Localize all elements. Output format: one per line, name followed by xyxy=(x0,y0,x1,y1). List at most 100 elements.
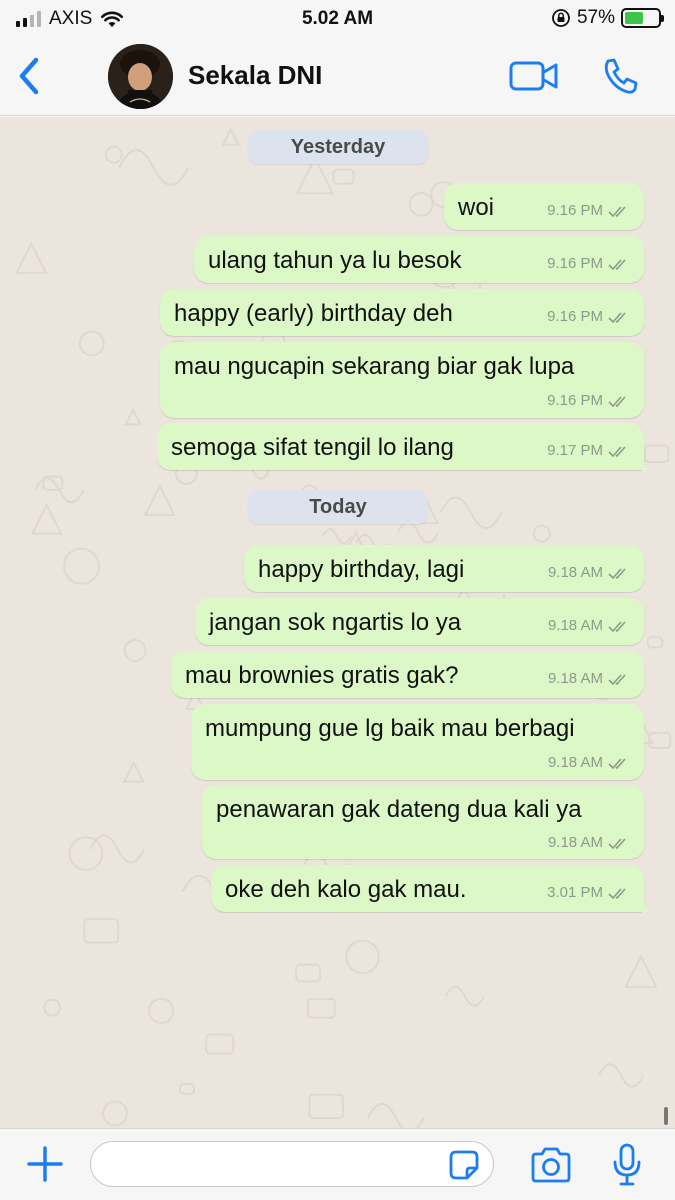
avatar[interactable] xyxy=(108,44,173,109)
message-text: oke deh kalo gak mau. xyxy=(225,876,467,903)
message-bubble[interactable]: ulang tahun ya lu besok 9.16 PM xyxy=(194,236,644,283)
sticker-icon[interactable] xyxy=(448,1149,480,1181)
date-separator-yesterday: Yesterday xyxy=(248,130,428,164)
video-call-icon[interactable] xyxy=(508,58,560,94)
wallpaper-doodle xyxy=(123,639,147,662)
read-ticks-icon xyxy=(608,395,626,407)
message-bubble[interactable]: mumpung gue lg baik mau berbagi 9.18 AM xyxy=(191,704,644,780)
wallpaper-doodle xyxy=(124,407,143,426)
message-meta: 9.16 PM xyxy=(547,202,630,219)
message-text: mau brownies gratis gak? xyxy=(185,662,459,689)
date-separator-today: Today xyxy=(248,490,428,524)
wallpaper-doodle xyxy=(104,145,123,164)
read-ticks-icon xyxy=(608,445,626,457)
message-bubble[interactable]: happy (early) birthday deh 9.16 PM xyxy=(160,289,644,336)
wallpaper-doodle xyxy=(532,524,551,543)
message-input-bar xyxy=(0,1128,675,1200)
wallpaper-doodle xyxy=(68,836,104,871)
read-ticks-icon xyxy=(608,837,626,849)
message-time: 3.01 PM xyxy=(547,884,603,901)
message-meta: 3.01 PM xyxy=(547,884,630,901)
message-text: happy birthday, lagi xyxy=(258,556,465,583)
read-ticks-icon xyxy=(608,258,626,270)
bubble-tail xyxy=(640,456,654,470)
message-bubble[interactable]: happy birthday, lagi 9.18 AM xyxy=(244,545,644,592)
wallpaper-doodle xyxy=(78,330,105,357)
read-ticks-icon xyxy=(608,620,626,632)
scroll-indicator[interactable] xyxy=(664,1107,668,1125)
message-bubble[interactable]: semoga sifat tengil lo ilang 9.17 PM xyxy=(157,423,654,470)
wallpaper-doodle xyxy=(89,834,146,864)
read-ticks-icon xyxy=(608,567,626,579)
message-bubble[interactable]: mau brownies gratis gak? 9.18 AM xyxy=(171,651,644,698)
message-time: 9.18 AM xyxy=(547,670,603,687)
message-meta: 9.16 PM xyxy=(547,392,630,409)
wallpaper-doodle xyxy=(102,1100,128,1127)
message-meta: 9.18 AM xyxy=(548,670,630,687)
wallpaper-doodle xyxy=(345,939,380,975)
message-bubble[interactable]: jangan sok ngartis lo ya 9.18 AM xyxy=(195,598,644,645)
battery-level xyxy=(625,12,644,24)
wallpaper-doodle xyxy=(624,954,658,988)
wallpaper-doodle xyxy=(444,985,485,1007)
camera-icon[interactable] xyxy=(529,1146,573,1184)
message-meta: 9.16 PM xyxy=(547,255,630,272)
wallpaper-doodle xyxy=(14,241,48,275)
message-time: 9.17 PM xyxy=(547,442,603,459)
wallpaper-doodle xyxy=(147,997,175,1025)
message-meta: 9.18 AM xyxy=(548,617,630,634)
chat-area[interactable]: Yesterday woi 9.16 PM ulang tahun ya lu … xyxy=(0,117,675,1128)
read-ticks-icon xyxy=(608,205,626,217)
message-time: 9.18 AM xyxy=(547,617,603,634)
message-bubble[interactable]: woi 9.16 PM xyxy=(444,183,644,230)
message-meta: 9.18 AM xyxy=(548,754,630,771)
message-time: 9.18 AM xyxy=(547,564,603,581)
wallpaper-doodle xyxy=(408,191,434,217)
message-meta: 9.18 AM xyxy=(548,834,630,851)
bubble-tail xyxy=(640,898,654,912)
wallpaper-doodle xyxy=(179,1082,196,1095)
message-text: ulang tahun ya lu besok xyxy=(208,247,462,274)
wallpaper-doodle xyxy=(439,496,503,529)
message-time: 9.16 PM xyxy=(547,392,603,409)
message-text: mumpung gue lg baik mau berbagi xyxy=(205,715,575,742)
phone-call-icon[interactable] xyxy=(600,56,640,96)
contact-name[interactable]: Sekala DNI xyxy=(188,60,322,91)
wallpaper-doodle xyxy=(597,1063,645,1088)
wallpaper-doodle xyxy=(143,483,176,516)
wallpaper-doodle xyxy=(646,636,664,649)
wallpaper-doodle xyxy=(221,127,241,146)
plus-icon[interactable] xyxy=(26,1145,64,1183)
message-time: 9.18 AM xyxy=(547,834,603,851)
message-meta: 9.16 PM xyxy=(547,308,630,325)
message-input[interactable] xyxy=(90,1141,494,1187)
wallpaper-doodle xyxy=(83,917,120,944)
wallpaper-doodle xyxy=(308,1093,344,1120)
wallpaper-doodle xyxy=(332,168,355,185)
message-text: jangan sok ngartis lo ya xyxy=(209,609,462,636)
read-ticks-icon xyxy=(608,887,626,899)
message-text: penawaran gak dateng dua kali ya xyxy=(216,796,582,823)
status-right: 57% xyxy=(551,7,664,29)
message-time: 9.16 PM xyxy=(547,202,603,219)
message-bubble[interactable]: mau ngucapin sekarang biar gak lupa 9.16… xyxy=(160,342,644,418)
message-bubble[interactable]: oke deh kalo gak mau. 3.01 PM xyxy=(211,865,654,912)
status-bar: AXIS 5.02 AM 57% xyxy=(0,0,675,38)
back-chevron-icon[interactable] xyxy=(12,52,48,100)
wallpaper-doodle xyxy=(396,521,440,544)
wallpaper-doodle xyxy=(306,997,336,1019)
orientation-lock-icon xyxy=(552,9,570,27)
message-text: woi xyxy=(458,194,495,221)
wallpaper-doodle xyxy=(63,547,101,585)
chat-header: Sekala DNI xyxy=(0,38,675,116)
message-meta: 9.18 AM xyxy=(548,564,630,581)
read-ticks-icon xyxy=(608,757,626,769)
message-bubble[interactable]: penawaran gak dateng dua kali ya 9.18 AM xyxy=(202,785,644,859)
read-ticks-icon xyxy=(608,673,626,685)
wallpaper-doodle xyxy=(321,528,352,545)
wallpaper-doodle xyxy=(118,149,190,186)
microphone-icon[interactable] xyxy=(612,1142,642,1188)
wallpaper-doodle xyxy=(122,760,145,783)
wallpaper-doodle xyxy=(295,963,322,983)
wallpaper-doodle xyxy=(34,476,85,504)
